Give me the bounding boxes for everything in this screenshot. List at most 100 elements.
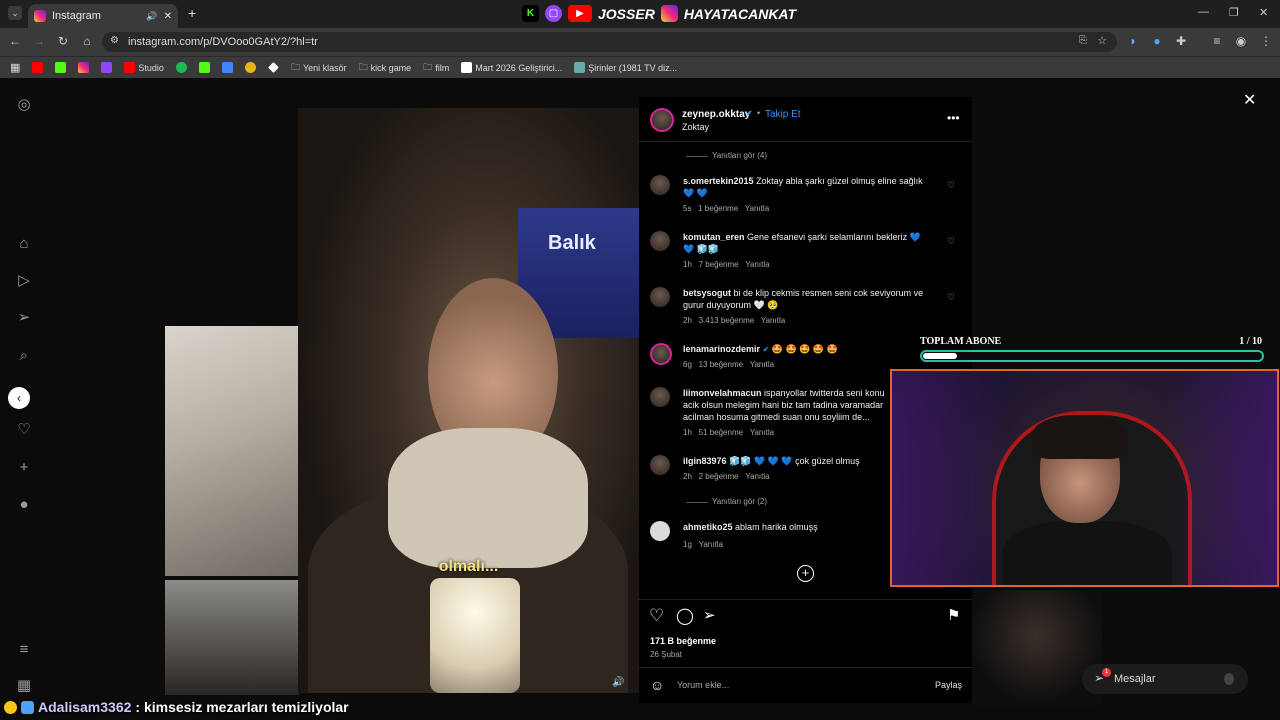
likes-count[interactable]: 171 B beğenme xyxy=(650,636,716,646)
bookmark-instagram[interactable] xyxy=(74,62,93,73)
window-close-icon[interactable]: ✕ xyxy=(1259,6,1268,19)
tab-list-dropdown-icon[interactable]: ⌄ xyxy=(8,6,22,20)
messages-nav-icon[interactable]: ➢ xyxy=(14,308,34,328)
bookmark-bee[interactable] xyxy=(241,62,260,73)
back-icon[interactable]: ← xyxy=(7,34,23,48)
comment-likes[interactable]: 2 beğenme xyxy=(699,472,739,481)
reply-button[interactable]: Yanıtla xyxy=(745,204,769,213)
reply-button[interactable]: Yanıtla xyxy=(750,360,774,369)
comment-username[interactable]: lenamarinozdemir xyxy=(683,344,760,354)
tab-instagram[interactable]: Instagram 🔊 ✕ xyxy=(28,4,178,28)
search-nav-icon[interactable]: ⌕ xyxy=(14,346,34,366)
commenter-avatar[interactable] xyxy=(650,231,670,251)
minimize-icon[interactable]: — xyxy=(1198,6,1209,18)
reels-nav-icon[interactable]: ▷ xyxy=(14,271,34,291)
comment-likes[interactable]: 51 beğenme xyxy=(699,428,743,437)
post-comment-button[interactable]: Paylaş xyxy=(935,680,962,690)
reply-button[interactable]: Yanıtla xyxy=(745,260,769,269)
load-more-comments-icon[interactable]: + xyxy=(797,565,814,582)
bookmark-youtube[interactable] xyxy=(28,62,47,73)
more-menu-icon[interactable]: ≡ xyxy=(14,640,34,660)
bookmark-folder-kick-game[interactable]: 🗀 kick game xyxy=(355,60,416,76)
comment-username[interactable]: s.omertekin2015 xyxy=(683,176,754,186)
like-comment-icon[interactable]: ♡ xyxy=(947,291,955,303)
comment-time: 1h xyxy=(683,260,692,269)
more-options-icon[interactable]: ••• xyxy=(947,111,960,125)
author-avatar[interactable] xyxy=(650,108,674,132)
home-nav-icon[interactable]: ⌂ xyxy=(14,234,34,254)
bookmark-star-icon[interactable]: ☆ xyxy=(1097,34,1107,47)
extensions-puzzle-icon[interactable]: ✚ xyxy=(1173,34,1189,48)
home-icon[interactable]: ⌂ xyxy=(79,34,95,48)
save-post-icon[interactable]: ⚑ xyxy=(947,606,960,624)
comment-username[interactable]: ilgin83976 xyxy=(683,456,727,466)
post-video[interactable]: Balık xyxy=(298,108,639,693)
bookmark-spotify[interactable] xyxy=(172,62,191,73)
comment-icon[interactable]: ◯ xyxy=(676,606,694,626)
maximize-icon[interactable]: ❐ xyxy=(1229,6,1239,19)
bookmark-diamond[interactable] xyxy=(264,62,283,73)
profile-avatar-icon[interactable]: ◉ xyxy=(1233,34,1249,48)
reply-button[interactable]: Yanıtla xyxy=(745,472,769,481)
instagram-logo-icon[interactable]: ◎ xyxy=(14,95,34,115)
comment-likes[interactable]: 1 beğenme xyxy=(698,204,738,213)
close-modal-icon[interactable]: ✕ xyxy=(1243,90,1256,110)
commenter-avatar[interactable] xyxy=(650,175,670,195)
reply-button[interactable]: Yanıtla xyxy=(699,540,723,549)
default-avatar-icon[interactable] xyxy=(650,521,670,541)
extension-audio-icon[interactable]: ◗ xyxy=(1125,34,1141,48)
media-controls-icon[interactable]: ≡ xyxy=(1209,34,1225,48)
comment-likes[interactable]: 3.413 beğenme xyxy=(699,316,755,325)
reply-button[interactable]: Yanıtla xyxy=(750,428,774,437)
previous-post-button[interactable]: ‹ xyxy=(8,387,30,409)
video-candle xyxy=(430,578,520,693)
comment-username[interactable]: komutan_eren xyxy=(683,232,745,242)
follow-button[interactable]: Takip Et xyxy=(765,109,801,120)
commenter-avatar[interactable] xyxy=(650,387,670,407)
browser-tab-bar: ⌄ Instagram 🔊 ✕ + K ▢ ▶ JOSSER HAYATACAN… xyxy=(0,0,1280,28)
commenter-avatar[interactable] xyxy=(650,455,670,475)
bookmark-mart-2026[interactable]: Mart 2026 Geliştirici... xyxy=(457,62,566,73)
profile-nav-icon[interactable]: ● xyxy=(14,495,34,515)
extension-shazam-icon[interactable]: ● xyxy=(1149,34,1165,48)
speaker-icon[interactable]: 🔊 xyxy=(146,11,157,22)
comment-username[interactable]: ahmetiko25 xyxy=(683,522,733,532)
messages-button[interactable]: ➢ 1 Mesajlar xyxy=(1082,664,1248,694)
install-app-icon[interactable]: ⎘ xyxy=(1079,35,1087,46)
new-tab-button[interactable]: + xyxy=(188,5,196,21)
comment-likes[interactable]: 7 beğenme xyxy=(699,260,739,269)
commenter-avatar[interactable] xyxy=(650,343,672,365)
bookmark-kick[interactable] xyxy=(51,62,70,73)
bookmark-studio[interactable]: Studio xyxy=(120,62,168,73)
bookmark-folder-yeni[interactable]: 🗀 Yeni klasör xyxy=(287,60,351,76)
apps-grid-icon[interactable]: ▦ xyxy=(6,61,24,74)
comment-username[interactable]: betsysogut xyxy=(683,288,731,298)
bookmark-translate[interactable] xyxy=(218,62,237,73)
commenter-avatar[interactable] xyxy=(650,287,670,307)
forward-icon[interactable]: → xyxy=(31,34,47,48)
address-bar[interactable]: ⚙ instagram.com/p/DVOoo0GAtY2/?hl=tr ⎘ ☆ xyxy=(102,32,1117,52)
author-username[interactable]: zeynep.okktay xyxy=(682,109,750,120)
reply-button[interactable]: Yanıtla xyxy=(761,316,785,325)
like-post-icon[interactable]: ♡ xyxy=(649,606,664,626)
share-icon[interactable]: ➢ xyxy=(703,606,716,624)
comment-username[interactable]: liimonvelahmacun xyxy=(683,388,762,398)
bookmark-twitch[interactable] xyxy=(97,62,116,73)
bookmark-sirinler[interactable]: Şirinler (1981 TV diz... xyxy=(570,62,681,73)
comment-input[interactable]: Yorum ekle... xyxy=(677,680,917,690)
comment-likes[interactable]: 13 beğenme xyxy=(699,360,743,369)
reload-icon[interactable]: ↻ xyxy=(55,34,71,48)
notifications-nav-icon[interactable]: ♡ xyxy=(14,420,34,440)
emoji-picker-icon[interactable]: ☺ xyxy=(650,677,664,693)
messages-avatar xyxy=(1224,673,1234,685)
site-info-icon[interactable]: ⚙ xyxy=(110,35,119,46)
audio-toggle-icon[interactable]: 🔊 xyxy=(612,677,624,688)
browser-menu-icon[interactable]: ⋮ xyxy=(1258,34,1274,48)
create-nav-icon[interactable]: + xyxy=(14,458,34,478)
like-comment-icon[interactable]: ♡ xyxy=(947,179,955,191)
close-tab-icon[interactable]: ✕ xyxy=(164,11,172,22)
like-comment-icon[interactable]: ♡ xyxy=(947,235,955,247)
bookmark-kick-2[interactable] xyxy=(195,62,214,73)
bookmark-folder-film[interactable]: 🗀 film xyxy=(419,60,453,76)
also-from-meta-icon[interactable]: ▦ xyxy=(14,676,34,696)
